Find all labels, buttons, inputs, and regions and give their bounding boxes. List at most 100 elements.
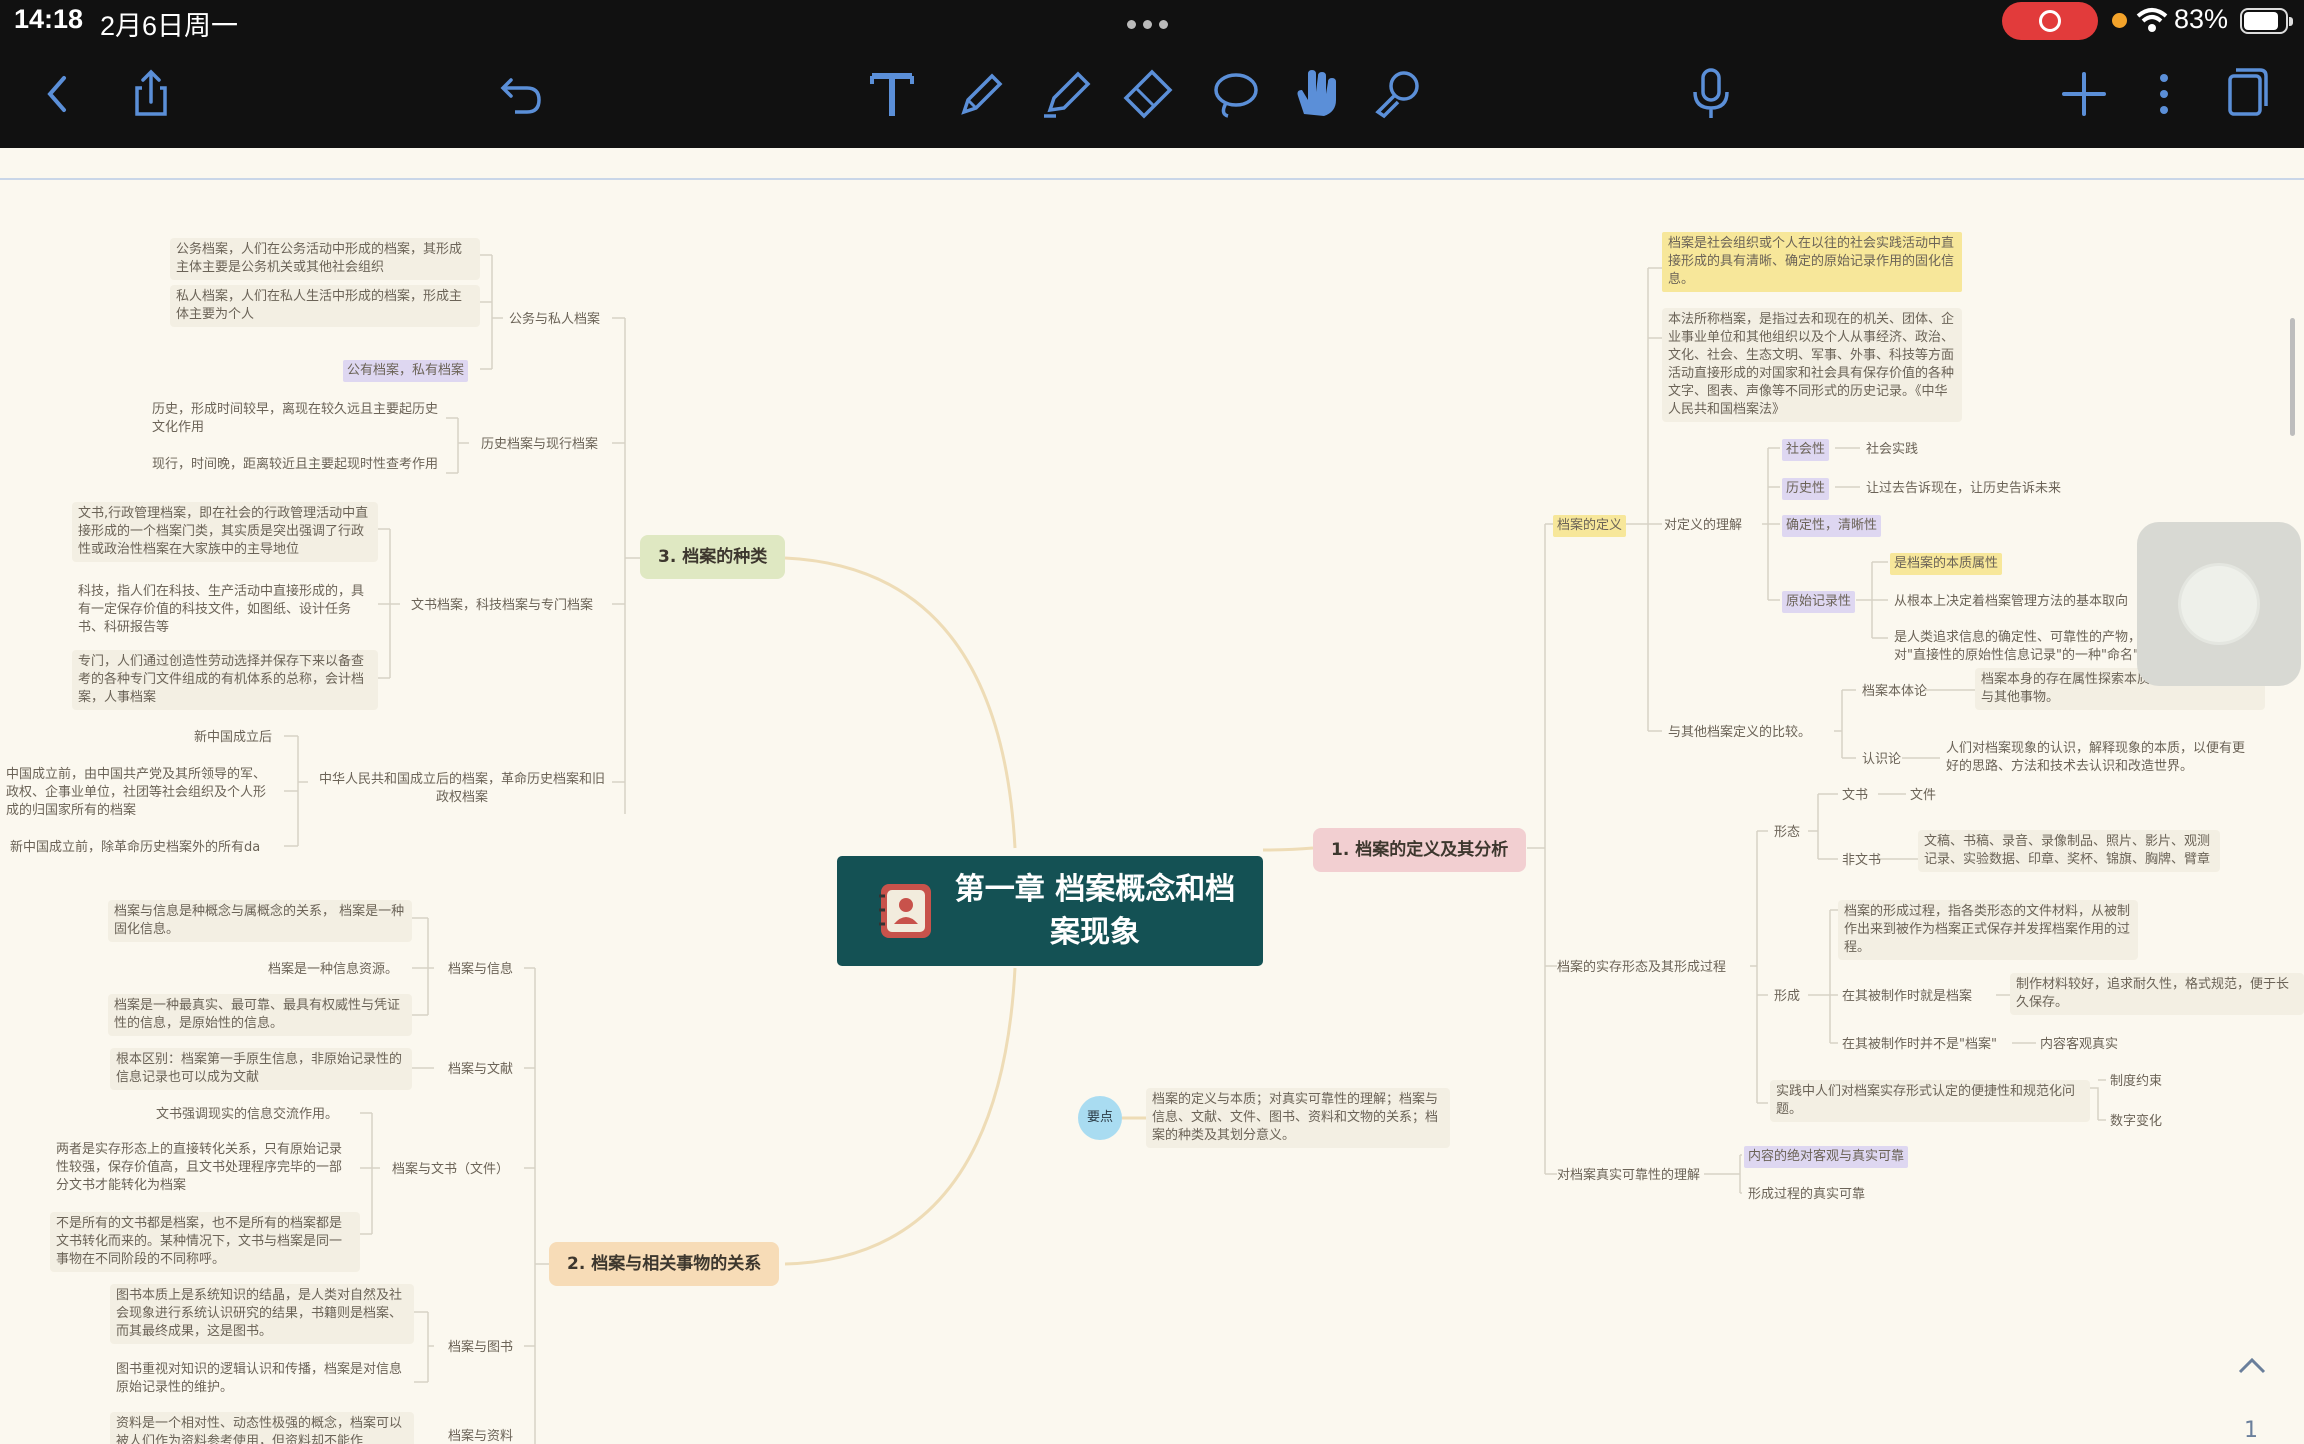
node-original-1[interactable]: 是档案的本质属性: [1890, 553, 2003, 575]
node-prc-2[interactable]: 中国成立前，由中国共产党及其所领导的军、政权、企事业单位，社团等社会组织及个人形…: [0, 763, 284, 823]
node-materials-1[interactable]: 资料是一个相对性、动态性极强的概念，档案可以被人们作为资料参考使用，但资料却不能…: [110, 1412, 414, 1444]
node-type-3[interactable]: 专门，人们通过创造性劳动选择并保存下来以备查考的各种专门文件组成的有机体系的总称…: [72, 650, 378, 710]
node-books-1[interactable]: 图书本质上是系统知识的结晶，是人类对自然及社会现象进行系统认识研究的结果，书籍则…: [110, 1284, 414, 1344]
node-historical-1[interactable]: 历史，形成时间较早，离现在较久远且主要起历史文化作用: [146, 398, 446, 440]
node-public-1[interactable]: 公务档案，人们在公务活动中形成的档案，其形成主体主要是公务机关或其他社会组织: [170, 238, 480, 280]
battery-icon: [2240, 8, 2293, 34]
node-archive-books[interactable]: 档案与图书: [444, 1337, 517, 1359]
node-documents-3[interactable]: 不是所有的文书都是档案，也不是所有的档案都是文书转化而来的。某种情况下，文书与档…: [50, 1212, 360, 1272]
node-social[interactable]: 社会性: [1782, 439, 1830, 461]
node-prc-archives[interactable]: 中华人民共和国成立后的档案，革命历史档案和旧政权档案: [312, 768, 612, 810]
node-archive-info[interactable]: 档案与信息: [444, 959, 517, 981]
branch-2-relations[interactable]: 2. 档案与相关事物的关系: [549, 1242, 780, 1286]
node-documents-2[interactable]: 两者是实存形态上的直接转化关系，只有原始记录性较强，保存价值高，且文书处理程序完…: [50, 1138, 360, 1198]
node-practice-1[interactable]: 制度约束: [2106, 1071, 2166, 1093]
node-formation-2[interactable]: 在其被制作时就是档案: [1838, 986, 1976, 1008]
vertical-scrollbar[interactable]: [2290, 318, 2295, 436]
undo-icon[interactable]: [485, 58, 557, 130]
node-archive-materials[interactable]: 档案与资料: [444, 1426, 517, 1444]
lasso-tool-icon[interactable]: [1198, 58, 1270, 130]
root-title: 第一章 档案概念和档案现象: [954, 872, 1236, 950]
node-definition-2[interactable]: 本法所称档案，是指过去和现在的机关、团体、企业事业单位和其他组织以及个人从事经济…: [1662, 308, 1962, 422]
node-form-process[interactable]: 档案的实存形态及其形成过程: [1553, 957, 1730, 979]
node-doc-value[interactable]: 文件: [1906, 785, 1940, 807]
node-books-2[interactable]: 图书重视对知识的逻辑认识和传播，档案是对信息原始记录性的维护。: [110, 1358, 414, 1400]
node-definition[interactable]: 档案的定义: [1553, 515, 1627, 537]
multitask-dots-icon[interactable]: [1127, 20, 1168, 29]
node-historical-current[interactable]: 历史档案与现行档案: [477, 434, 602, 456]
page-number: 1: [2244, 1418, 2258, 1443]
node-prc-1[interactable]: 新中国成立后: [190, 727, 276, 749]
node-info-2[interactable]: 档案是一种信息资源。: [264, 959, 402, 981]
node-info-3[interactable]: 档案是一种最真实、最可靠、最具有权威性与凭证性的信息，是原始性的信息。: [108, 994, 412, 1036]
pages-icon[interactable]: [2210, 58, 2282, 130]
node-documents-1[interactable]: 文书强调现实的信息交流作用。: [152, 1104, 342, 1126]
node-compare[interactable]: 与其他档案定义的比较。: [1664, 722, 1815, 744]
screen-recording-icon[interactable]: [2002, 2, 2098, 40]
wifi-icon: [2136, 8, 2168, 32]
node-truth-1[interactable]: 内容的绝对客观与真实可靠: [1744, 1146, 1909, 1168]
node-formation[interactable]: 形成: [1770, 986, 1804, 1008]
node-public-2[interactable]: 私人档案，人们在私人生活中形成的档案，形成主体主要为个人: [170, 285, 480, 327]
chevron-up-icon[interactable]: [2234, 1352, 2270, 1380]
status-time: 14:18: [14, 4, 84, 34]
pen-tool-icon[interactable]: [946, 58, 1018, 130]
node-archive-types[interactable]: 文书档案，科技档案与专门档案: [407, 595, 597, 617]
node-epistemology-value[interactable]: 人们对档案现象的认识，解释现象的本质，以便有更好的思路、方法和技术去认识和改造世…: [1940, 737, 2262, 779]
node-definition-1[interactable]: 档案是社会组织或个人在以往的社会实践活动中直接形成的具有清晰、确定的原始记录作用…: [1662, 232, 1962, 292]
node-archive-documents[interactable]: 档案与文书（文件）: [388, 1159, 513, 1181]
eraser-tool-icon[interactable]: [1112, 58, 1184, 130]
node-historical[interactable]: 历史性: [1782, 478, 1830, 500]
node-social-value[interactable]: 社会实践: [1862, 439, 1922, 461]
branch-3-types[interactable]: 3. 档案的种类: [640, 535, 786, 579]
node-epistemology[interactable]: 认识论: [1858, 749, 1905, 771]
notebook-contact-icon: [879, 884, 931, 938]
node-non-doc-value[interactable]: 文稿、书稿、录音、录像制品、照片、影片、观测记录、实验数据、印章、奖杯、锦旗、胸…: [1918, 830, 2220, 872]
node-practice[interactable]: 实践中人们对档案实存形式认定的便捷性和规范化问题。: [1770, 1080, 2090, 1122]
node-type-2[interactable]: 科技，指人们在科技、生产活动中直接形成的，具有一定保存价值的科技文件，如图纸、设…: [72, 580, 378, 640]
node-shape[interactable]: 形态: [1770, 822, 1804, 844]
node-doc[interactable]: 文书: [1838, 785, 1872, 807]
back-icon[interactable]: [20, 58, 92, 130]
assistive-touch-button[interactable]: [2137, 522, 2301, 686]
notebook-canvas[interactable]: 第一章 档案概念和档案现象 1. 档案的定义及其分析 2. 档案与相关事物的关系…: [0, 148, 2304, 1444]
node-understanding[interactable]: 对定义的理解: [1660, 515, 1746, 537]
add-icon[interactable]: [2048, 58, 2120, 130]
node-type-1[interactable]: 文书,行政管理档案，即在社会的行政管理活动中直接形成的一个档案门类，其实质是突出…: [72, 502, 378, 562]
node-prc-3[interactable]: 新中国成立前，除革命历史档案外的所有da: [6, 837, 264, 859]
status-date: 2月6日周一: [100, 11, 239, 41]
node-public-3[interactable]: 公有档案，私有档案: [343, 360, 469, 382]
node-ontology[interactable]: 档案本体论: [1858, 681, 1931, 703]
status-bar: 14:18 2月6日周一 83%: [0, 0, 2304, 42]
key-points-text[interactable]: 档案的定义与本质；对真实可靠性的理解；档案与信息、文献、文件、图书、资料和文物的…: [1146, 1088, 1450, 1148]
text-tool-icon[interactable]: [856, 58, 928, 130]
node-formation-2-value[interactable]: 制作材料较好，追求耐久性，格式规范，便于长久保存。: [2010, 973, 2304, 1015]
node-certainty[interactable]: 确定性，清晰性: [1782, 515, 1882, 537]
node-practice-2[interactable]: 数字变化: [2106, 1111, 2166, 1133]
node-public-private[interactable]: 公务与私人档案: [505, 309, 604, 331]
node-formation-3[interactable]: 在其被制作时并不是"档案": [1838, 1034, 2001, 1056]
node-literature-1[interactable]: 根本区别：档案第一手原生信息，非原始记录性的信息记录也可以成为文献: [110, 1048, 412, 1090]
node-formation-3-value[interactable]: 内容客观真实: [2036, 1034, 2122, 1056]
share-icon[interactable]: [115, 58, 187, 130]
node-original-2[interactable]: 从根本上决定着档案管理方法的基本取向: [1890, 591, 2132, 613]
more-icon[interactable]: [2128, 58, 2200, 130]
node-historical-value[interactable]: 让过去告诉现在，让历史告诉未来: [1862, 478, 2065, 500]
microphone-icon[interactable]: [1675, 58, 1747, 130]
mindmap-root-node[interactable]: 第一章 档案概念和档案现象: [837, 856, 1263, 966]
battery-percent: 83%: [2174, 4, 2229, 34]
node-original-record[interactable]: 原始记录性: [1782, 591, 1856, 613]
node-historical-2[interactable]: 现行，时间晚，距离较近且主要起现时性查考作用: [146, 453, 446, 477]
node-truth[interactable]: 对档案真实可靠性的理解: [1553, 1165, 1704, 1187]
hand-tool-icon[interactable]: [1280, 58, 1352, 130]
node-truth-2[interactable]: 形成过程的真实可靠: [1744, 1184, 1869, 1206]
branch-1-definition[interactable]: 1. 档案的定义及其分析: [1313, 828, 1527, 872]
mic-in-use-dot-icon: [2112, 13, 2127, 28]
laser-pointer-icon[interactable]: [1362, 58, 1434, 130]
node-archive-literature[interactable]: 档案与文献: [444, 1059, 517, 1081]
key-points-node[interactable]: 要点: [1078, 1096, 1122, 1140]
node-formation-1[interactable]: 档案的形成过程，指各类形态的文件材料，从被制作出来到被作为档案正式保存并发挥档案…: [1838, 900, 2138, 960]
node-non-doc[interactable]: 非文书: [1838, 850, 1885, 872]
highlighter-tool-icon[interactable]: [1030, 58, 1102, 130]
node-info-1[interactable]: 档案与信息是种概念与属概念的关系， 档案是一种固化信息。: [108, 900, 412, 942]
